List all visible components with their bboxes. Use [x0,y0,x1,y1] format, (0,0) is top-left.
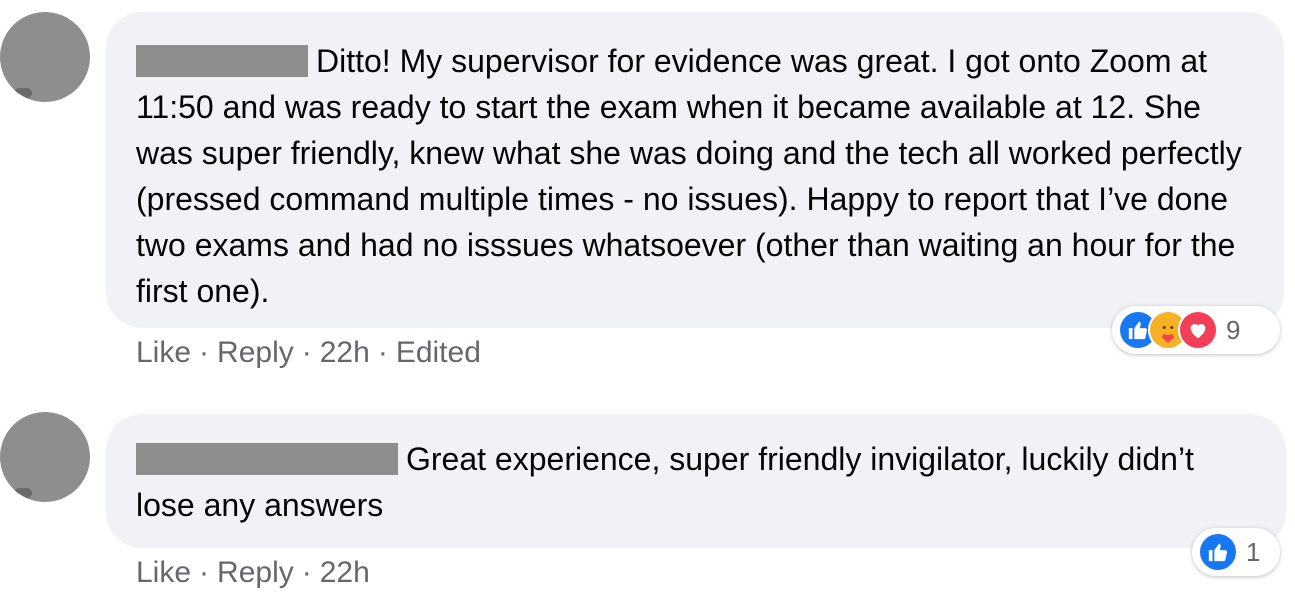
redacted-author-name [136,45,308,77]
timestamp-link[interactable]: 22h [320,336,370,369]
redacted-author-name [136,443,398,475]
separator: · [199,336,210,369]
reactions-summary[interactable]: 9 [1112,306,1280,354]
edited-label[interactable]: Edited [396,336,481,369]
reply-link[interactable]: Reply [217,556,294,589]
comment-body: Ditto! My supervisor for evidence was gr… [136,38,1248,314]
reactions-summary[interactable]: 1 [1192,528,1280,576]
comment-text: Ditto! My supervisor for evidence was gr… [136,43,1242,309]
comment-bubble: Ditto! My supervisor for evidence was gr… [106,12,1284,328]
avatar[interactable] [0,412,90,502]
like-link[interactable]: Like [136,336,191,369]
separator: · [301,556,312,589]
reaction-count: 9 [1226,314,1241,345]
avatar[interactable] [0,12,90,102]
timestamp-link[interactable]: 22h [320,556,370,589]
separator: · [377,336,388,369]
love-icon [1178,310,1218,350]
comment-actions: Like · Reply · 22h · Edited [136,336,481,370]
reaction-count: 1 [1246,536,1261,567]
reply-link[interactable]: Reply [217,336,294,369]
like-icon [1198,532,1238,572]
separator: · [301,336,312,369]
comment-actions: Like · Reply · 22h [136,556,370,590]
like-link[interactable]: Like [136,556,191,589]
separator: · [199,556,210,589]
comment-body: Great experience, super friendly invigil… [136,436,1250,528]
comment-bubble: Great experience, super friendly invigil… [106,414,1286,548]
